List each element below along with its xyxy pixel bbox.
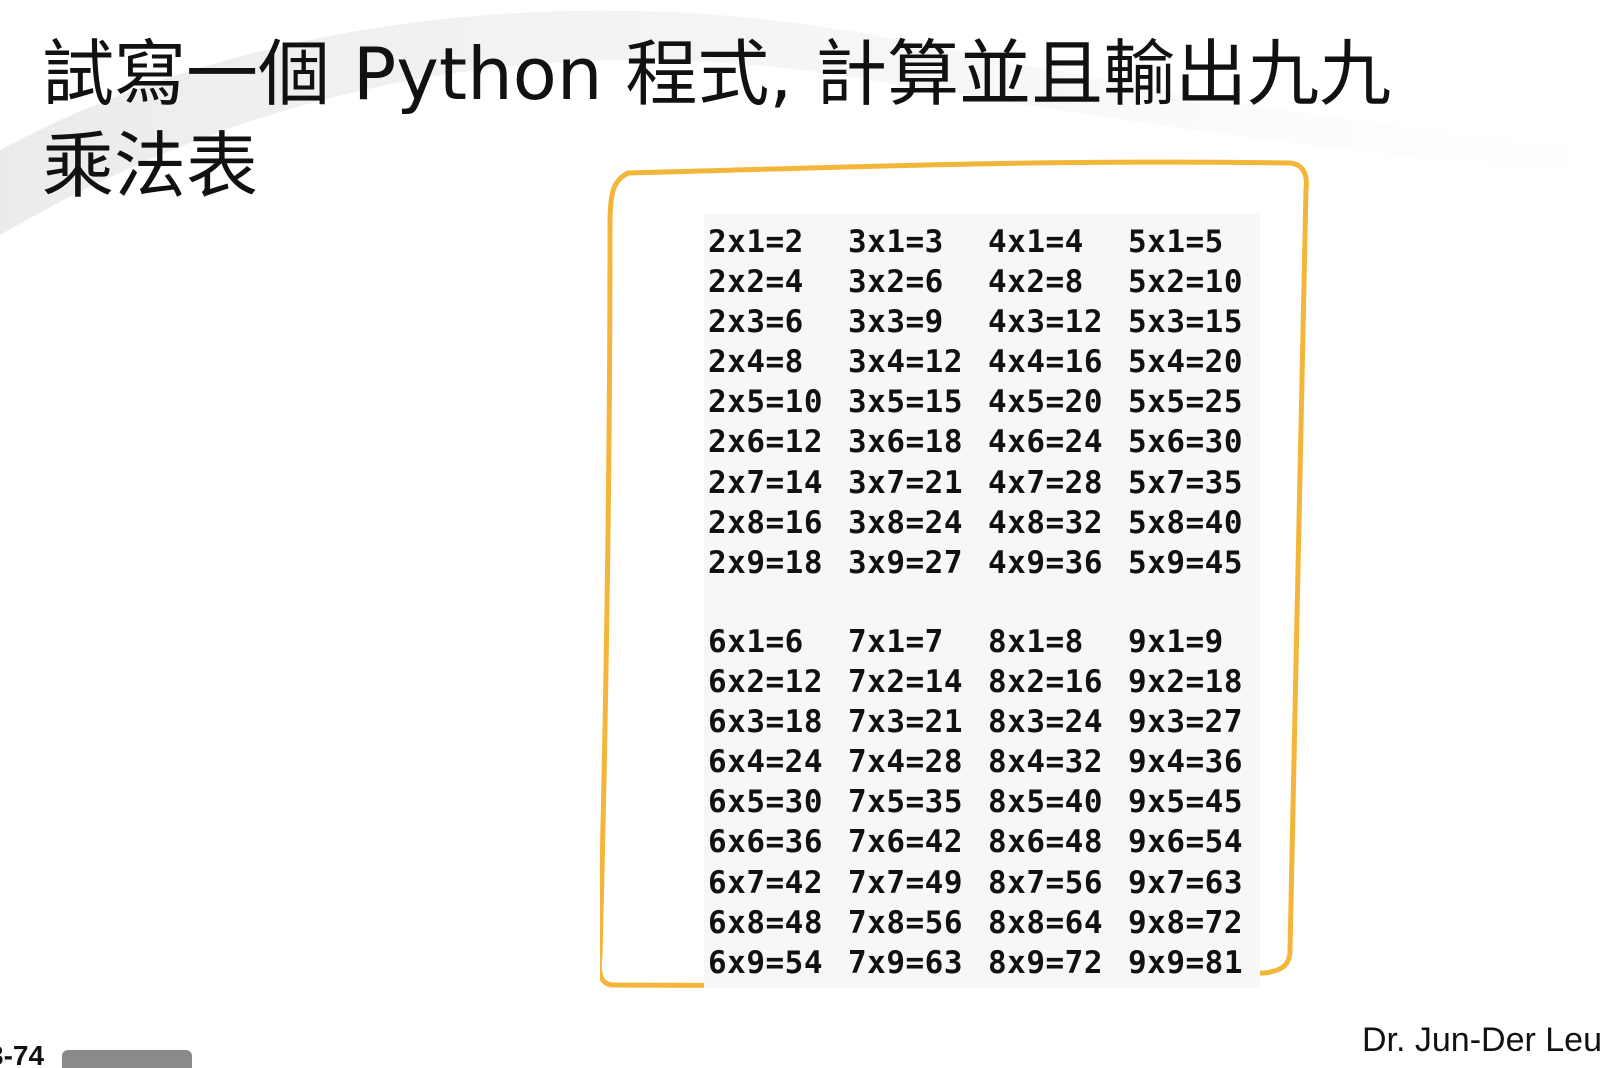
table-cell: 7x2=14 [848,664,963,701]
table-cell: 5x5=25 [1128,384,1243,421]
table-cell: 2x9=18 [708,544,823,581]
table-cell: 7x1=7 [848,624,944,660]
table-cell: 8x7=56 [988,864,1103,901]
table-cell: 6x7=42 [708,864,823,901]
table-cell: 3x9=27 [848,544,963,581]
table-cell: 5x2=10 [1128,264,1243,301]
table-cell: 2x5=10 [708,384,823,421]
table-cell: 6x6=36 [708,824,823,861]
table-cell: 8x2=16 [988,664,1103,701]
table-cell: 9x1=9 [1128,624,1224,660]
table-cell: 2x6=12 [708,424,823,461]
table-cell: 3x2=6 [848,264,944,301]
table-cell: 9x3=27 [1128,704,1243,741]
table-cell: 5x3=15 [1128,304,1243,341]
table-cell: 9x9=81 [1128,944,1243,981]
table-cell: 4x4=16 [988,344,1103,381]
table-cell: 9x4=36 [1128,744,1243,781]
table-cell: 4x2=8 [988,264,1084,301]
table-cell: 3x6=18 [848,424,963,461]
table-cell: 3x8=24 [848,504,963,541]
table-cell: 5x6=30 [1128,424,1243,461]
table-cell: 8x8=64 [988,904,1103,941]
table-cell: 8x6=48 [988,824,1103,861]
table-cell: 2x1=2 [708,224,804,260]
table-cell: 8x4=32 [988,744,1103,781]
table-cell: 6x9=54 [708,944,823,981]
table-cell: 2x2=4 [708,264,804,301]
table-cell: 4x8=32 [988,504,1103,541]
table-cell: 3x7=21 [848,464,963,501]
table-cell: 4x3=12 [988,304,1103,341]
multiplication-table-bottom: 6x1=6 7x1=7 8x1=8 9x1=9 6x2=12 7x2=14 8x2=16 9x… [708,622,1268,983]
table-cell: 3x5=15 [848,384,963,421]
video-control-bar[interactable] [62,1050,192,1068]
table-cell: 6x5=30 [708,784,823,821]
table-cell: 4x9=36 [988,544,1103,581]
slide: 試寫一個 Python 程式, 計算並且輸出九九乘法表 2x1=2 3x1=3 4x… [0,0,1622,1068]
table-cell: 5x9=45 [1128,544,1243,581]
table-cell: 7x6=42 [848,824,963,861]
table-cell: 9x6=54 [1128,824,1243,861]
table-cell: 6x2=12 [708,664,823,701]
table-cell: 8x9=72 [988,944,1103,981]
author-credit: Dr. Jun-Der Leu [1362,1021,1602,1059]
table-cell: 9x7=63 [1128,864,1243,901]
table-cell: 6x8=48 [708,904,823,941]
table-cell: 9x8=72 [1128,904,1243,941]
table-cell: 5x7=35 [1128,464,1243,501]
table-cell: 7x8=56 [848,904,963,941]
table-cell: 7x5=35 [848,784,963,821]
table-cell: 4x6=24 [988,424,1103,461]
table-cell: 2x4=8 [708,344,804,381]
table-cell: 4x1=4 [988,224,1084,260]
table-cell: 5x4=20 [1128,344,1243,381]
table-cell: 3x4=12 [848,344,963,381]
table-cell: 2x7=14 [708,464,823,501]
table-cell: 6x1=6 [708,624,804,660]
table-cell: 3x1=3 [848,224,944,260]
table-cell: 6x4=24 [708,744,823,781]
table-cell: 9x2=18 [1128,664,1243,701]
table-cell: 7x9=63 [848,944,963,981]
table-cell: 6x3=18 [708,704,823,741]
table-cell: 7x4=28 [848,744,963,781]
table-cell: 5x1=5 [1128,224,1224,260]
table-cell: 7x3=21 [848,704,963,741]
table-cell: 8x1=8 [988,624,1084,660]
table-cell: 2x3=6 [708,304,804,341]
multiplication-table-top: 2x1=2 3x1=3 4x1=4 5x1=5 2x2=4 3x2=6 4x2=8 5x2=1… [708,222,1268,583]
table-cell: 5x8=40 [1128,504,1243,541]
table-cell: 7x7=49 [848,864,963,901]
table-cell: 9x5=45 [1128,784,1243,821]
table-cell: 2x8=16 [708,504,823,541]
table-cell: 4x5=20 [988,384,1103,421]
table-cell: 3x3=9 [848,304,944,341]
table-cell: 8x5=40 [988,784,1103,821]
table-cell: 8x3=24 [988,704,1103,741]
slide-number: 3-74 [0,1040,45,1068]
table-cell: 4x7=28 [988,464,1103,501]
